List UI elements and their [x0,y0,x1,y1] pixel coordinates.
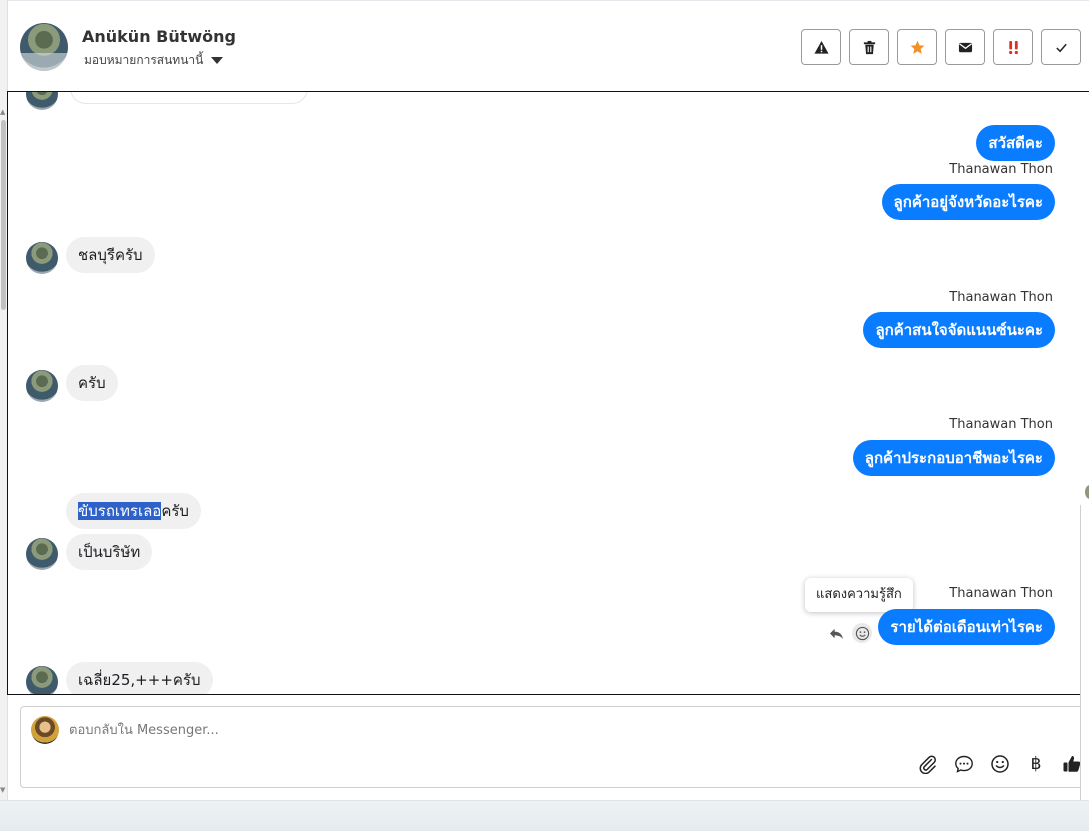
reply-button[interactable] [826,623,846,643]
message-sender: Thanawan Thon [949,586,1053,601]
message-avatar [26,666,58,694]
bottom-bar [0,800,1089,831]
mark-done-button[interactable] [1041,29,1081,65]
paperclip-icon [919,755,936,774]
caret-down-icon[interactable] [211,57,224,64]
selected-text: ขับรถเทรเลอ [78,502,162,520]
baht-icon: ฿ [1030,754,1042,774]
trash-icon [863,40,875,54]
reply-icon [829,628,843,639]
composer-tools: ฿ [917,753,1083,775]
side-panel-edge [1080,485,1089,810]
outgoing-message[interactable]: รายได้ต่อเดือนเท่าไรคะ [878,609,1055,645]
header-actions [801,29,1081,65]
delete-button[interactable] [849,29,889,65]
message-avatar [26,370,58,402]
assign-label: มอบหมายการสนทนานี้ [84,53,204,67]
emoji-icon [991,755,1009,773]
scrollbar-thumb[interactable] [1,120,6,310]
star-button[interactable] [897,29,937,65]
outgoing-message[interactable]: ลูกค้าอยู่จังหวัดอะไรคะ [881,184,1055,220]
message-sender: Thanawan Thon [949,417,1053,432]
warning-icon [813,40,829,54]
mark-urgent-button[interactable] [993,29,1033,65]
message-thread[interactable]: สวัสดีคะ Thanawan Thon ลูกค้าอยู่จังหวัด… [7,91,1089,695]
react-button[interactable] [852,623,872,643]
message-avatar [26,538,58,570]
outgoing-message[interactable]: ลูกค้าประกอบอาชีพอะไรคะ [852,440,1055,476]
message-sender: Thanawan Thon [949,290,1053,305]
thumbs-up-icon [1063,756,1081,772]
mark-spam-button[interactable] [801,29,841,65]
message-text: ครับ [161,502,189,520]
message-avatar [26,242,58,274]
messenger-inbox-page: ▲ ▼ Anükün Bütwöng มอบหมายการสนทนานี้ สว… [0,0,1089,831]
incoming-message[interactable]: เป็นบริษัท [66,534,153,570]
chat-bubble-icon [955,755,973,773]
conversation-header: Anükün Bütwöng มอบหมายการสนทนานี้ [8,0,1089,92]
panel-avatar [1085,485,1089,499]
outgoing-message[interactable]: ลูกค้าสนใจจัดแนนซ์นะคะ [863,312,1055,348]
reply-composer: ฿ [20,706,1084,788]
message-tools [826,623,872,643]
assign-conversation[interactable]: มอบหมายการสนทนานี้ [84,51,224,70]
incoming-message[interactable]: เฉลี่ย25,+++ครับ [66,662,213,694]
contact-avatar[interactable] [20,23,68,71]
envelope-icon [958,42,972,52]
urgent-icon [1008,40,1018,54]
attach-button[interactable] [917,753,939,775]
smiley-icon [855,626,869,640]
contact-name: Anükün Bütwöng [82,27,237,46]
reaction-tooltip: แสดงความรู้สึก [805,578,913,612]
star-icon [910,40,924,54]
scroll-down-arrow-icon[interactable]: ▼ [0,786,5,794]
agent-avatar [31,716,59,744]
reply-input[interactable] [69,718,1049,742]
check-icon [1055,43,1067,52]
emoji-button[interactable] [989,753,1011,775]
scroll-up-arrow-icon[interactable]: ▲ [0,108,5,116]
incoming-message[interactable]: ครับ [66,365,118,401]
mark-unread-button[interactable] [945,29,985,65]
message-sender: Thanawan Thon [949,162,1053,177]
incoming-message[interactable]: ชลบุรีครับ [66,237,155,273]
incoming-message[interactable]: ขับรถเทรเลอครับ [66,493,201,529]
message-avatar [26,92,58,110]
outgoing-message[interactable]: สวัสดีคะ [976,125,1055,161]
partial-message-bubble [70,92,308,104]
payment-button[interactable]: ฿ [1025,753,1047,775]
saved-replies-button[interactable] [953,753,975,775]
